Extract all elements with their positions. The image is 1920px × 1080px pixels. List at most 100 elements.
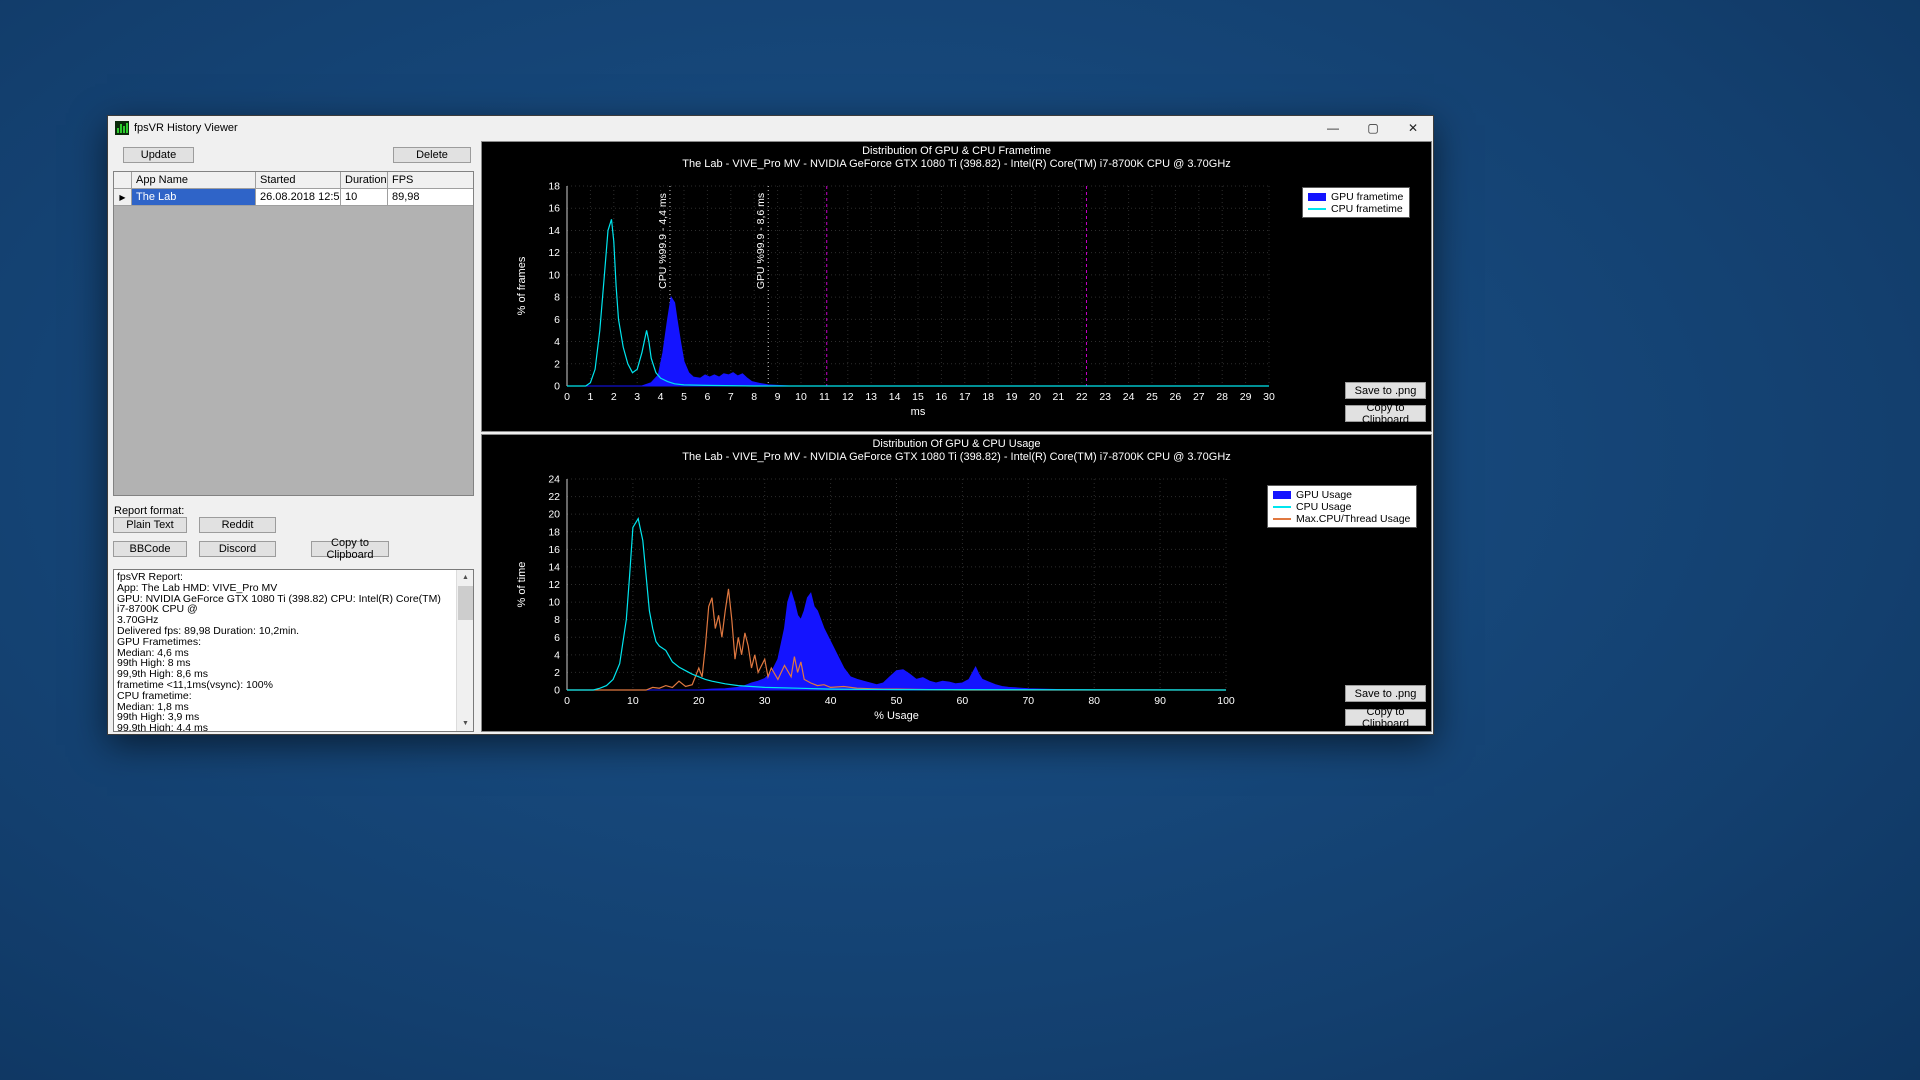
svg-text:20: 20: [548, 509, 560, 521]
svg-text:26: 26: [1170, 391, 1182, 403]
cell-started[interactable]: 26.08.2018 12:58: [256, 189, 341, 206]
row-selector-icon: ▶: [114, 189, 132, 206]
minimize-icon[interactable]: —: [1313, 116, 1353, 140]
svg-text:29: 29: [1240, 391, 1252, 403]
svg-text:14: 14: [548, 225, 560, 237]
title-bar: fpsVR History Viewer — ▢ ✕: [108, 116, 1433, 140]
svg-text:9: 9: [775, 391, 781, 403]
cpu-frametime-swatch: [1308, 208, 1326, 210]
gpu-frametime-swatch: [1308, 193, 1326, 201]
svg-text:6: 6: [554, 314, 560, 326]
svg-text:5: 5: [681, 391, 687, 403]
svg-text:100: 100: [1217, 695, 1235, 707]
svg-text:CPU %99.9 - 4,4 ms: CPU %99.9 - 4,4 ms: [657, 193, 669, 289]
svg-text:2: 2: [554, 667, 560, 679]
svg-text:16: 16: [936, 391, 948, 403]
svg-text:19: 19: [1006, 391, 1018, 403]
save-png-button[interactable]: Save to .png: [1345, 685, 1426, 702]
svg-text:8: 8: [554, 614, 560, 626]
close-icon[interactable]: ✕: [1393, 116, 1433, 140]
svg-text:13: 13: [865, 391, 877, 403]
cell-duration[interactable]: 10: [341, 189, 388, 206]
frametime-chart: 0123456789101112131415161718192021222324…: [482, 142, 1433, 433]
svg-text:27: 27: [1193, 391, 1205, 403]
copy-clipboard-button[interactable]: Copy to Clipboard: [1345, 709, 1426, 726]
svg-text:24: 24: [1123, 391, 1135, 403]
svg-text:% of frames: % of frames: [516, 256, 528, 315]
legend-label: GPU Usage: [1296, 489, 1352, 501]
cell-fps[interactable]: 89,98: [388, 189, 473, 206]
scroll-thumb[interactable]: [458, 586, 473, 620]
svg-text:6: 6: [704, 391, 710, 403]
maximize-icon[interactable]: ▢: [1353, 116, 1393, 140]
save-png-button[interactable]: Save to .png: [1345, 382, 1426, 399]
svg-text:90: 90: [1154, 695, 1166, 707]
svg-text:2: 2: [611, 391, 617, 403]
svg-text:18: 18: [982, 391, 994, 403]
svg-text:6: 6: [554, 632, 560, 644]
report-scrollbar[interactable]: ▲ ▼: [456, 570, 473, 731]
copy-report-button[interactable]: Copy to Clipboard: [311, 541, 389, 557]
reddit-button[interactable]: Reddit: [199, 517, 276, 533]
report-box[interactable]: fpsVR Report:App: The Lab HMD: VIVE_Pro …: [113, 569, 474, 732]
svg-text:14: 14: [548, 561, 560, 573]
svg-text:10: 10: [795, 391, 807, 403]
column-started[interactable]: Started: [256, 172, 341, 189]
scroll-down-icon[interactable]: ▼: [457, 716, 474, 731]
legend-label: CPU Usage: [1296, 501, 1351, 513]
svg-text:30: 30: [759, 695, 771, 707]
window-title: fpsVR History Viewer: [134, 122, 238, 134]
svg-text:4: 4: [554, 336, 560, 348]
svg-text:16: 16: [548, 544, 560, 556]
update-button[interactable]: Update: [123, 147, 194, 163]
app-icon: [115, 121, 129, 135]
svg-text:10: 10: [548, 597, 560, 609]
svg-text:12: 12: [548, 579, 560, 591]
header-selector-cell: [114, 172, 132, 189]
svg-text:3: 3: [634, 391, 640, 403]
svg-text:25: 25: [1146, 391, 1158, 403]
table-row[interactable]: ▶ The Lab 26.08.2018 12:58 10 89,98: [114, 189, 473, 206]
usage-chart-panel: Distribution Of GPU & CPU Usage The Lab …: [481, 434, 1432, 732]
svg-text:14: 14: [889, 391, 901, 403]
plain-text-button[interactable]: Plain Text: [113, 517, 187, 533]
gpu-usage-swatch: [1273, 491, 1291, 499]
bbcode-button[interactable]: BBCode: [113, 541, 187, 557]
cpu-usage-swatch: [1273, 506, 1291, 508]
svg-text:7: 7: [728, 391, 734, 403]
svg-text:8: 8: [751, 391, 757, 403]
column-app-name[interactable]: App Name: [132, 172, 256, 189]
scroll-up-icon[interactable]: ▲: [457, 570, 474, 585]
svg-text:20: 20: [1029, 391, 1041, 403]
discord-button[interactable]: Discord: [199, 541, 276, 557]
svg-text:16: 16: [548, 203, 560, 215]
frametime-legend: GPU frametime CPU frametime: [1302, 187, 1410, 218]
cell-app-name[interactable]: The Lab: [132, 189, 256, 206]
column-fps[interactable]: FPS: [388, 172, 473, 189]
sessions-table: App Name Started Duration FPS ▶ The Lab …: [113, 171, 474, 496]
svg-text:4: 4: [658, 391, 664, 403]
app-window: fpsVR History Viewer — ▢ ✕ Update Delete…: [107, 115, 1434, 735]
copy-clipboard-button[interactable]: Copy to Clipboard: [1345, 405, 1426, 422]
svg-text:0: 0: [554, 381, 560, 393]
column-duration[interactable]: Duration: [341, 172, 388, 189]
svg-text:80: 80: [1088, 695, 1100, 707]
svg-text:15: 15: [912, 391, 924, 403]
svg-text:0: 0: [564, 391, 570, 403]
svg-text:12: 12: [842, 391, 854, 403]
svg-text:22: 22: [1076, 391, 1088, 403]
legend-label: Max.CPU/Thread Usage: [1296, 513, 1410, 525]
svg-text:1: 1: [587, 391, 593, 403]
svg-text:8: 8: [554, 292, 560, 304]
svg-text:4: 4: [554, 649, 560, 661]
svg-text:70: 70: [1022, 695, 1034, 707]
svg-text:20: 20: [693, 695, 705, 707]
table-header: App Name Started Duration FPS: [114, 172, 473, 189]
svg-text:0: 0: [554, 685, 560, 697]
svg-text:21: 21: [1053, 391, 1065, 403]
delete-button[interactable]: Delete: [393, 147, 471, 163]
svg-text:11: 11: [819, 391, 830, 403]
report-text: fpsVR Report:App: The Lab HMD: VIVE_Pro …: [117, 572, 453, 732]
svg-text:23: 23: [1099, 391, 1111, 403]
svg-text:0: 0: [564, 695, 570, 707]
